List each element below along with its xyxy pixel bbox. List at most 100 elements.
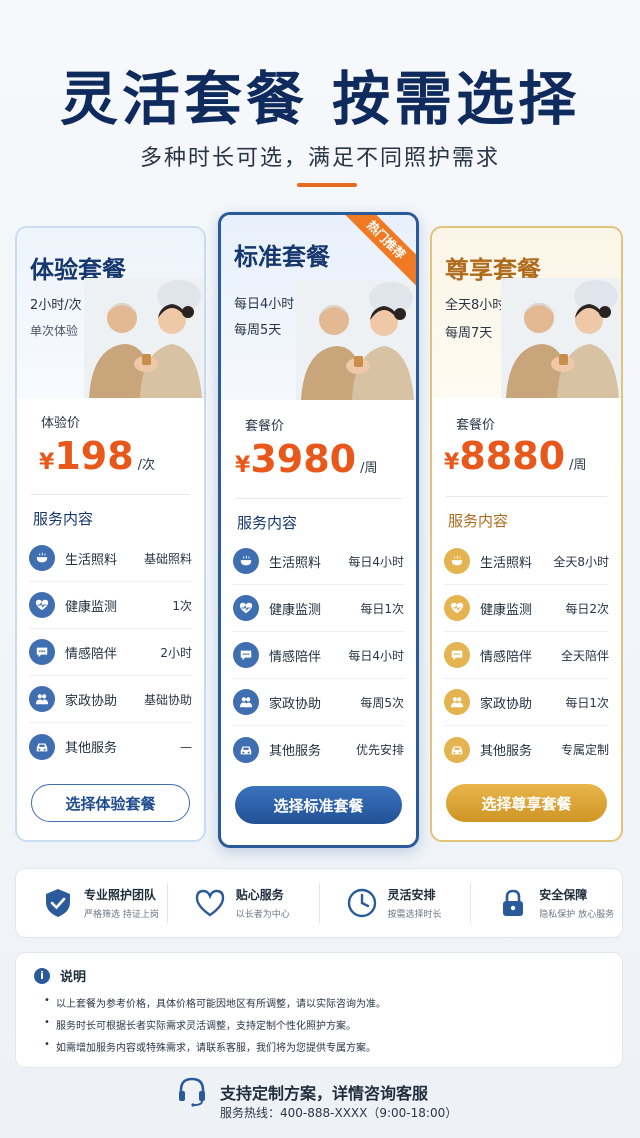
divider: [31, 494, 190, 495]
service-row: 生活照料 每日4小时: [233, 538, 404, 585]
service-value: 专属定制: [560, 743, 609, 757]
hot-recommend-badge: 热门推荐: [335, 215, 416, 291]
bowl-icon: [29, 545, 55, 571]
service-name: 生活照料: [269, 555, 322, 571]
service-value: 每日1次: [360, 601, 404, 616]
section-title: 服务内容: [448, 512, 509, 530]
section-title: 服务内容: [33, 510, 94, 528]
service-row: 生活照料 基础照料: [29, 535, 192, 582]
feature-title: 安全保障: [539, 888, 588, 902]
plan-header: 体验套餐 2小时/次 单次体验: [17, 228, 204, 398]
service-hotline: 服务热线：400-888-XXXX（9:00-18:00）: [220, 1106, 458, 1120]
service-value: 全天陪伴: [560, 648, 609, 663]
feature-item: 安全保障隐私保护 放心服务: [471, 883, 622, 923]
title-underline: [297, 183, 357, 187]
plan-duration: 全天8小时: [445, 298, 506, 313]
service-name: 情感陪伴: [65, 646, 118, 662]
shield-check-icon: [46, 889, 70, 917]
service-name: 其他服务: [269, 744, 322, 759]
features-bar: 专业照护团队 严格筛选 持证上岗 贴心服务 以长者为中心 灵活安排 按需选择时长 安全…: [15, 868, 623, 938]
select-premium-plan-button[interactable]: 选择尊享套餐: [446, 784, 607, 822]
service-row: 情感陪伴 2小时: [29, 629, 192, 676]
chat-icon: [444, 642, 470, 668]
section-title: 服务内容: [237, 514, 298, 532]
service-name: 生活照料: [480, 555, 533, 571]
price-label: 套餐价: [456, 418, 496, 433]
caregiver-photo: [501, 278, 621, 398]
service-name: 情感陪伴: [269, 649, 322, 665]
plan-duration: 每日4小时: [234, 297, 295, 312]
heart-pulse-icon: [29, 592, 55, 618]
note-item: 以上套餐为参考价格，具体价格可能因地区有所调整，请以实际咨询为准。: [44, 995, 386, 1010]
service-value: 优先安排: [355, 743, 404, 757]
bowl-icon: [444, 548, 470, 574]
select-basic-plan-button[interactable]: 选择体验套餐: [31, 784, 190, 822]
price-label: 体验价: [41, 416, 81, 431]
note-item: 如需增加服务内容或特殊需求，请联系客服，我们将为您提供专属方案。: [44, 1039, 376, 1054]
service-value: 每日1次: [565, 695, 609, 710]
feature-title: 专业照护团队: [84, 888, 157, 902]
service-row: 家政协助 每周5次: [233, 679, 404, 726]
car-icon: [233, 736, 259, 763]
footer-title: 支持定制方案，详情咨询客服: [220, 1084, 429, 1103]
caregiver-photo: [84, 278, 204, 398]
bowl-icon: [233, 548, 259, 574]
plan-frequency: 每周5天: [234, 323, 282, 338]
page-title: 灵活套餐 按需选择: [59, 65, 581, 133]
notes-panel: i 说明 以上套餐为参考价格，具体价格可能因地区有所调整，请以实际咨询为准。 服…: [15, 952, 623, 1068]
service-name: 情感陪伴: [480, 649, 533, 665]
page-subtitle: 多种时长可选，满足不同照护需求: [139, 146, 500, 171]
service-name: 健康监测: [269, 602, 322, 618]
people-icon: [444, 689, 470, 715]
service-value: 2小时: [160, 645, 192, 660]
people-icon: [29, 686, 55, 712]
chat-icon: [29, 639, 55, 665]
car-icon: [29, 733, 55, 760]
service-row: 健康监测 1次: [29, 582, 192, 629]
plan-header: 标准套餐 每日4小时 每周5天 热门推荐: [221, 215, 416, 400]
feature-item: 灵活安排按需选择时长: [320, 883, 472, 923]
price-label: 套餐价: [245, 419, 285, 434]
service-value: 全天8小时: [553, 554, 609, 569]
service-row: 其他服务 —: [29, 723, 192, 770]
feature-desc: 按需选择时长: [387, 910, 442, 920]
service-value: 1次: [172, 598, 192, 613]
plan-duration: 2小时/次: [30, 298, 82, 313]
divider: [446, 496, 607, 497]
caregiver-photo: [296, 280, 416, 400]
select-standard-plan-button[interactable]: 选择标准套餐: [235, 786, 402, 824]
service-name: 健康监测: [65, 599, 118, 615]
heart-pulse-icon: [233, 595, 259, 621]
clock-icon: [347, 888, 376, 918]
service-name: 家政协助: [480, 696, 533, 712]
service-value: 每日2次: [565, 601, 609, 616]
service-row: 家政协助 基础协助: [29, 676, 192, 723]
service-value: 每周5次: [360, 695, 404, 710]
lock-icon: [503, 889, 524, 916]
plan-header: 尊享套餐 全天8小时 每周7天: [432, 228, 621, 398]
service-value: 每日4小时: [348, 648, 404, 663]
notes-header: i 说明: [34, 966, 86, 985]
feature-desc: 以长者为中心: [235, 910, 290, 920]
price: ¥8880/周: [444, 434, 587, 478]
note-item: 服务时长可根据长者实际需求灵活调整，支持定制个性化照护方案。: [44, 1017, 356, 1032]
service-row: 生活照料 全天8小时: [444, 538, 609, 585]
service-name: 其他服务: [65, 741, 118, 756]
service-value: —: [180, 739, 192, 754]
info-icon: i: [34, 967, 50, 984]
car-icon: [444, 736, 470, 763]
service-row: 情感陪伴 每日4小时: [233, 632, 404, 679]
service-row: 健康监测 每日1次: [233, 585, 404, 632]
feature-item: 专业照护团队 严格筛选 持证上岗: [16, 883, 168, 923]
divider: [235, 498, 402, 499]
chat-icon: [233, 642, 259, 668]
plan-name: 标准套餐: [234, 243, 330, 271]
service-value: 基础协助: [143, 692, 192, 707]
feature-title: 灵活安排: [387, 888, 436, 902]
feature-desc: 隐私保护 放心服务: [539, 910, 615, 920]
service-name: 健康监测: [480, 602, 533, 618]
service-name: 家政协助: [269, 696, 322, 712]
price: ¥3980/周: [235, 437, 378, 481]
notes-title: 说明: [60, 970, 87, 985]
people-icon: [233, 689, 259, 715]
